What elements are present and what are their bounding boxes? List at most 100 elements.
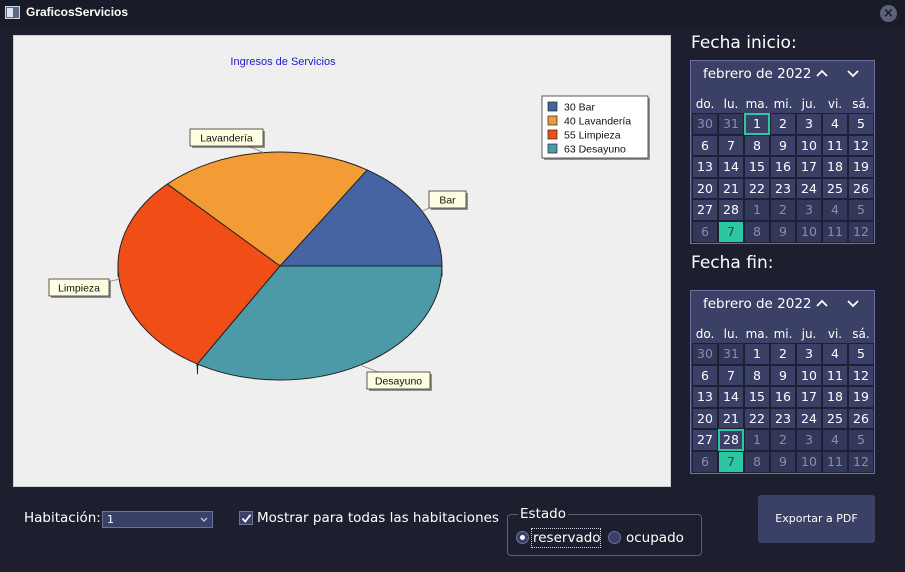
close-icon[interactable]: ×: [880, 5, 897, 22]
calendar-day-grid[interactable]: 30 31 1 2 3 4 5 6 7 8 9 10 11 12 13 14 15 16 17 18 19 20 21 22 2…: [692, 343, 874, 473]
calendar-day[interactable]: 8: [744, 450, 770, 473]
calendar-day[interactable]: 12: [848, 364, 874, 387]
calendar-day[interactable]: 23: [770, 407, 796, 430]
calendar-day[interactable]: 7: [718, 134, 744, 157]
calendar-day[interactable]: 9: [770, 134, 796, 157]
calendar-day[interactable]: 22: [744, 407, 770, 430]
calendar-day[interactable]: 16: [770, 386, 796, 408]
calendar-day[interactable]: 11: [822, 450, 848, 473]
calendar-day[interactable]: 10: [796, 220, 822, 243]
calendar-day[interactable]: 13: [692, 156, 718, 178]
fecha-fin-calendar[interactable]: febrero de 2022 do. lu. ma. mi. ju. vi. sá. 30…: [690, 290, 875, 474]
ocupado-radio-label[interactable]: ocupado: [626, 530, 684, 546]
calendar-day[interactable]: 7: [718, 220, 744, 243]
calendar-day[interactable]: 1: [744, 113, 770, 135]
calendar-day[interactable]: 22: [744, 177, 770, 200]
calendar-day[interactable]: 23: [770, 177, 796, 200]
calendar-day[interactable]: 5: [848, 343, 874, 365]
calendar-day-grid[interactable]: 30 31 1 2 3 4 5 6 7 8 9 10 11 12 13 14 15 16 17 18 19 20 21 22 2…: [692, 113, 874, 243]
calendar-day[interactable]: 4: [822, 113, 848, 135]
exportar-pdf-button[interactable]: Exportar a PDF: [758, 495, 875, 543]
calendar-day[interactable]: 12: [848, 450, 874, 473]
calendar-day[interactable]: 6: [692, 450, 718, 473]
calendar-day[interactable]: 24: [796, 177, 822, 200]
fecha-inicio-calendar[interactable]: febrero de 2022 do. lu. ma. mi. ju. vi. sá. 30…: [690, 60, 875, 244]
calendar-month-label[interactable]: febrero de 2022: [703, 66, 812, 82]
calendar-day[interactable]: 14: [718, 156, 744, 178]
reservado-radio[interactable]: [516, 531, 529, 544]
calendar-day[interactable]: 19: [848, 386, 874, 408]
calendar-day[interactable]: 4: [822, 199, 848, 221]
calendar-day[interactable]: 3: [796, 199, 822, 221]
calendar-day[interactable]: 8: [744, 134, 770, 157]
calendar-day[interactable]: 8: [744, 220, 770, 243]
calendar-day[interactable]: 20: [692, 177, 718, 200]
calendar-day[interactable]: 12: [848, 134, 874, 157]
habitacion-select[interactable]: 1: [102, 511, 213, 528]
calendar-day[interactable]: 21: [718, 177, 744, 200]
calendar-day[interactable]: 27: [692, 199, 718, 221]
calendar-day[interactable]: 3: [796, 429, 822, 451]
reservado-radio-label[interactable]: reservado: [533, 530, 601, 546]
calendar-month-label[interactable]: febrero de 2022: [703, 296, 812, 312]
calendar-day[interactable]: 1: [744, 429, 770, 451]
calendar-day[interactable]: 15: [744, 156, 770, 178]
calendar-day[interactable]: 9: [770, 364, 796, 387]
calendar-day[interactable]: 17: [796, 156, 822, 178]
calendar-day[interactable]: 7: [718, 364, 744, 387]
calendar-day[interactable]: 10: [796, 364, 822, 387]
calendar-day[interactable]: 16: [770, 156, 796, 178]
calendar-day[interactable]: 19: [848, 156, 874, 178]
calendar-day[interactable]: 30: [692, 113, 718, 135]
calendar-day[interactable]: 13: [692, 386, 718, 408]
calendar-day[interactable]: 25: [822, 177, 848, 200]
calendar-day[interactable]: 31: [718, 113, 744, 135]
calendar-day[interactable]: 27: [692, 429, 718, 451]
chevron-up-icon[interactable]: [815, 296, 829, 310]
calendar-day[interactable]: 14: [718, 386, 744, 408]
chevron-down-icon[interactable]: [846, 66, 860, 80]
calendar-day[interactable]: 9: [770, 220, 796, 243]
calendar-day[interactable]: 12: [848, 220, 874, 243]
chevron-up-icon[interactable]: [815, 66, 829, 80]
calendar-day[interactable]: 25: [822, 407, 848, 430]
calendar-day[interactable]: 6: [692, 134, 718, 157]
calendar-day[interactable]: 28: [718, 199, 744, 221]
calendar-day[interactable]: 31: [718, 343, 744, 365]
calendar-day[interactable]: 5: [848, 429, 874, 451]
calendar-day[interactable]: 4: [822, 343, 848, 365]
calendar-day[interactable]: 5: [848, 199, 874, 221]
calendar-day[interactable]: 1: [744, 199, 770, 221]
calendar-day[interactable]: 2: [770, 429, 796, 451]
calendar-day[interactable]: 28: [718, 429, 744, 451]
calendar-day[interactable]: 6: [692, 364, 718, 387]
calendar-day[interactable]: 6: [692, 220, 718, 243]
calendar-day[interactable]: 10: [796, 134, 822, 157]
calendar-day[interactable]: 7: [718, 450, 744, 473]
calendar-day[interactable]: 2: [770, 199, 796, 221]
calendar-day[interactable]: 11: [822, 134, 848, 157]
calendar-day[interactable]: 26: [848, 177, 874, 200]
mostrar-todas-checkbox[interactable]: [239, 511, 253, 525]
calendar-day[interactable]: 15: [744, 386, 770, 408]
calendar-day[interactable]: 24: [796, 407, 822, 430]
calendar-day[interactable]: 11: [822, 364, 848, 387]
mostrar-todas-label[interactable]: Mostrar para todas las habitaciones: [257, 510, 499, 526]
calendar-day[interactable]: 5: [848, 113, 874, 135]
ocupado-radio[interactable]: [608, 531, 621, 544]
calendar-day[interactable]: 10: [796, 450, 822, 473]
calendar-day[interactable]: 3: [796, 113, 822, 135]
calendar-day[interactable]: 26: [848, 407, 874, 430]
calendar-day[interactable]: 4: [822, 429, 848, 451]
calendar-day[interactable]: 9: [770, 450, 796, 473]
calendar-day[interactable]: 2: [770, 113, 796, 135]
calendar-day[interactable]: 1: [744, 343, 770, 365]
calendar-day[interactable]: 11: [822, 220, 848, 243]
calendar-day[interactable]: 18: [822, 386, 848, 408]
calendar-day[interactable]: 3: [796, 343, 822, 365]
calendar-day[interactable]: 21: [718, 407, 744, 430]
calendar-day[interactable]: 17: [796, 386, 822, 408]
calendar-day[interactable]: 20: [692, 407, 718, 430]
calendar-day[interactable]: 2: [770, 343, 796, 365]
calendar-day[interactable]: 18: [822, 156, 848, 178]
